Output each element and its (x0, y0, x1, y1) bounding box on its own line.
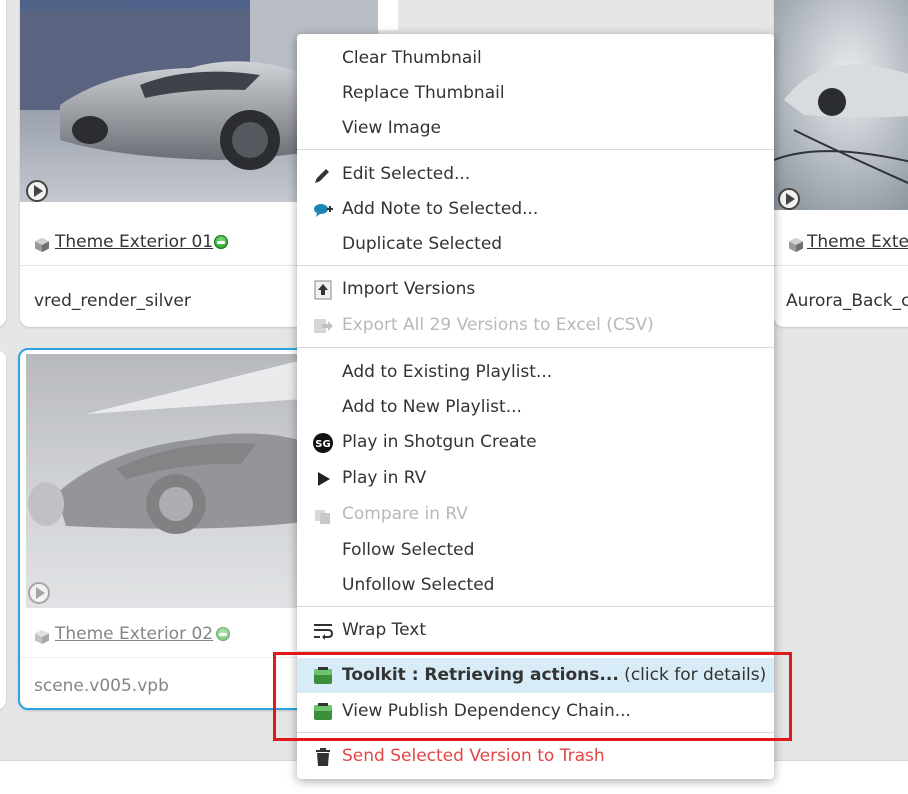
version-code: scene.v005.vpb (34, 676, 169, 696)
menu-separator (297, 347, 774, 348)
compare-icon (315, 510, 330, 524)
title-row: Theme Exter (774, 220, 908, 266)
entity-cube-icon (789, 238, 803, 252)
version-code: Aurora_Back_c (786, 291, 908, 311)
partial-card-center-top (378, 0, 398, 30)
menu-item-import-versions[interactable]: Import Versions (297, 272, 774, 307)
version-title-link[interactable]: Theme Exter (807, 232, 908, 252)
menu-separator (297, 265, 774, 266)
play-icon[interactable] (26, 180, 48, 202)
entity-cube-icon (35, 238, 49, 252)
menu-item-unfollow-selected[interactable]: Unfollow Selected (297, 568, 774, 603)
menu-item-edit-selected[interactable]: Edit Selected... (297, 157, 774, 192)
trash-icon (316, 748, 330, 766)
entity-cube-icon (35, 630, 49, 644)
version-title-link[interactable]: Theme Exterior 02 (55, 624, 213, 644)
menu-item-play-shotgun-create[interactable]: SG Play in Shotgun Create (297, 425, 774, 460)
partial-card-left-top (0, 0, 6, 327)
version-title-link[interactable]: Theme Exterior 01 (55, 232, 213, 252)
menu-item-add-new-playlist[interactable]: Add to New Playlist... (297, 390, 774, 425)
menu-item-wrap-text[interactable]: Wrap Text (297, 613, 774, 648)
thumbnail-image[interactable] (774, 0, 908, 210)
menu-item-play-rv[interactable]: Play in RV (297, 461, 774, 496)
version-code: vred_render_silver (34, 291, 191, 311)
play-icon[interactable] (778, 188, 800, 210)
menu-item-replace-thumbnail[interactable]: Replace Thumbnail (297, 76, 774, 111)
pencil-icon (315, 169, 329, 183)
menu-item-compare-rv[interactable]: Compare in RV (297, 497, 774, 532)
svg-text:SG: SG (315, 439, 330, 450)
wrap-text-icon (314, 624, 333, 640)
menu-item-follow-selected[interactable]: Follow Selected (297, 533, 774, 568)
menu-item-duplicate-selected[interactable]: Duplicate Selected (297, 227, 774, 262)
note-add-icon (314, 204, 333, 217)
export-icon (314, 319, 333, 333)
play-icon[interactable] (28, 582, 50, 604)
version-card[interactable]: Theme Exter Aurora_Back_c (774, 0, 908, 327)
code-row: Aurora_Back_c (774, 277, 908, 327)
partial-card-left-bottom (0, 350, 6, 710)
play-triangle-icon (318, 472, 330, 486)
menu-item-export-csv[interactable]: Export All 29 Versions to Excel (CSV) (297, 308, 774, 343)
menu-item-send-to-trash[interactable]: Send Selected Version to Trash (297, 739, 774, 774)
menu-separator (297, 606, 774, 607)
menu-item-add-existing-playlist[interactable]: Add to Existing Playlist... (297, 355, 774, 390)
menu-item-view-image[interactable]: View Image (297, 111, 774, 146)
menu-item-clear-thumbnail[interactable]: Clear Thumbnail (297, 41, 774, 76)
menu-item-add-note[interactable]: Add Note to Selected... (297, 192, 774, 227)
annotation-highlight-box (273, 652, 792, 741)
menu-separator (297, 149, 774, 150)
status-approved-icon (214, 235, 228, 249)
shotgun-logo-icon: SG (313, 433, 333, 453)
status-approved-icon (216, 627, 230, 641)
import-icon (314, 280, 332, 300)
